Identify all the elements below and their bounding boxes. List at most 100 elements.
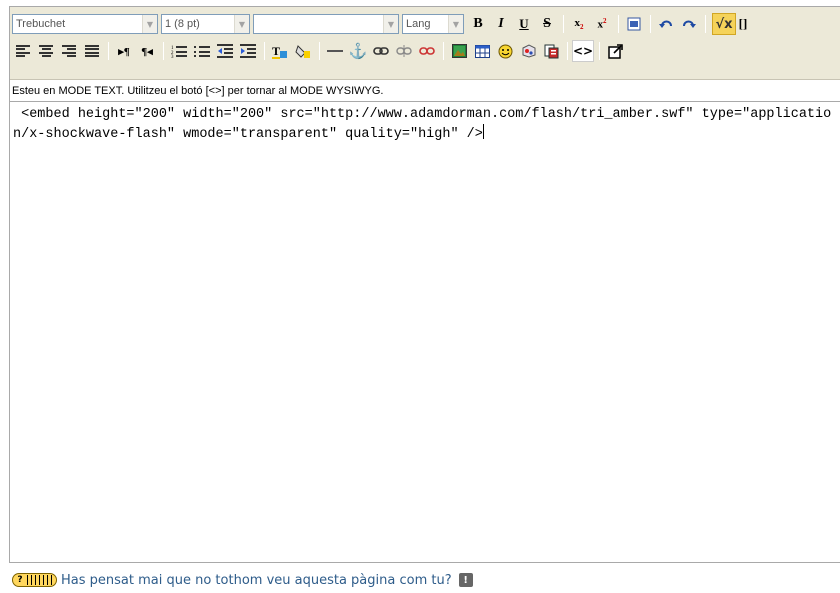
- align-center-button[interactable]: [35, 40, 57, 62]
- keyboard-help-icon[interactable]: ?: [12, 573, 57, 587]
- toolbar-separator: [319, 42, 320, 60]
- accessibility-link[interactable]: Has pensat mai que no tothom veu aquesta…: [61, 573, 452, 588]
- unordered-list-button[interactable]: [191, 40, 213, 62]
- subscript-button[interactable]: x2: [568, 13, 590, 35]
- ordered-list-button[interactable]: 123: [168, 40, 190, 62]
- font-family-value: Trebuchet: [16, 18, 66, 30]
- align-right-button[interactable]: [58, 40, 80, 62]
- toolbar-row-1: Trebuchet ▼ 1 (8 pt) ▼ ▼ Lang ▼ B I U S …: [12, 11, 751, 37]
- horizontal-rule-icon: [327, 50, 343, 52]
- lang-select[interactable]: Lang ▼: [402, 14, 464, 34]
- toolbar-separator: [650, 15, 651, 33]
- html-source-icon: <>: [572, 44, 594, 58]
- toolbar-separator: [618, 15, 619, 33]
- toolbar-separator: [567, 42, 568, 60]
- ltr-icon: ▸¶: [118, 45, 130, 58]
- editor-toolbar: Trebuchet ▼ 1 (8 pt) ▼ ▼ Lang ▼ B I U S …: [10, 7, 840, 80]
- search-replace-button[interactable]: [540, 40, 562, 62]
- editor-mode-notice: Esteu en MODE TEXT. Utilitzeu el botó [<…: [10, 82, 840, 102]
- justify-button[interactable]: [81, 40, 103, 62]
- table-icon: [474, 44, 490, 58]
- unlink-button[interactable]: [393, 40, 415, 62]
- chevron-down-icon: ▼: [383, 15, 398, 33]
- outdent-icon: [217, 44, 233, 58]
- font-size-value: 1 (8 pt): [165, 18, 200, 30]
- keyboard-icon: [27, 575, 52, 585]
- toolbar-separator: [563, 15, 564, 33]
- indent-button[interactable]: [237, 40, 259, 62]
- italic-button[interactable]: I: [490, 13, 512, 35]
- anchor-button[interactable]: ⚓: [347, 40, 369, 62]
- text-color-icon: T: [272, 44, 287, 59]
- search-replace-icon: [544, 44, 558, 58]
- bracket-icon: []: [738, 16, 748, 31]
- link-button[interactable]: [370, 40, 392, 62]
- text-caret: [482, 124, 484, 139]
- smiley-icon: [498, 44, 512, 58]
- toolbar-separator: [705, 15, 706, 33]
- chevron-down-icon: ▼: [234, 15, 249, 33]
- strikethrough-button[interactable]: S: [536, 13, 558, 35]
- ltr-button[interactable]: ▸¶: [113, 40, 135, 62]
- insert-smiley-button[interactable]: [494, 40, 516, 62]
- svg-text:T: T: [272, 44, 280, 58]
- strikethrough-icon: S: [543, 16, 551, 31]
- subscript-icon: x2: [574, 16, 584, 32]
- html-source-textarea[interactable]: <embed height="200" width="200" src="htt…: [10, 103, 840, 562]
- font-size-select[interactable]: 1 (8 pt) ▼: [161, 14, 250, 34]
- accessibility-footer: ? Has pensat mai que no tothom veu aques…: [12, 571, 473, 589]
- format-select[interactable]: ▼: [253, 14, 399, 34]
- image-icon: [451, 44, 467, 58]
- superscript-button[interactable]: x2: [591, 13, 613, 35]
- rtl-button[interactable]: ¶◂: [136, 40, 158, 62]
- toolbar-separator: [264, 42, 265, 60]
- superscript-icon: x2: [597, 17, 607, 31]
- chevron-down-icon: ▼: [142, 15, 157, 33]
- insert-image-button[interactable]: [448, 40, 470, 62]
- background-color-button[interactable]: [292, 40, 314, 62]
- redo-button[interactable]: [678, 13, 700, 35]
- nolink-button[interactable]: [416, 40, 438, 62]
- anchor-icon: ⚓: [348, 43, 368, 60]
- warning-icon[interactable]: !: [458, 573, 473, 587]
- unlink-icon: [396, 45, 412, 57]
- toolbar-separator: [443, 42, 444, 60]
- math-button[interactable]: √x: [712, 13, 736, 35]
- outdent-button[interactable]: [214, 40, 236, 62]
- html-editor: Trebuchet ▼ 1 (8 pt) ▼ ▼ Lang ▼ B I U S …: [9, 6, 840, 563]
- undo-icon: [659, 20, 672, 28]
- toolbar-row-2: ▸¶ ¶◂ 123 T ⚓ <>: [12, 38, 627, 64]
- ordered-list-icon: 123: [171, 46, 187, 58]
- toolbar-separator: [599, 42, 600, 60]
- unordered-list-icon: [194, 46, 210, 57]
- align-right-icon: [62, 45, 76, 57]
- align-left-icon: [16, 45, 30, 57]
- special-char-button[interactable]: [517, 40, 539, 62]
- chevron-down-icon: ▼: [448, 15, 463, 33]
- fullscreen-button[interactable]: [604, 40, 626, 62]
- bold-button[interactable]: B: [467, 13, 489, 35]
- bracket-button[interactable]: []: [736, 13, 750, 35]
- toolbar-separator: [108, 42, 109, 60]
- fullscreen-icon: [607, 43, 623, 59]
- svg-text:3: 3: [171, 55, 174, 58]
- insert-table-button[interactable]: [471, 40, 493, 62]
- justify-icon: [85, 45, 99, 57]
- undo-button[interactable]: [655, 13, 677, 35]
- clean-word-button[interactable]: [623, 13, 645, 35]
- align-left-button[interactable]: [12, 40, 34, 62]
- nolink-icon: [419, 47, 435, 55]
- lang-value: Lang: [406, 18, 431, 30]
- redo-icon: [683, 20, 696, 28]
- special-char-icon: [522, 44, 535, 58]
- sqrt-icon: √x: [715, 16, 733, 32]
- text-color-button[interactable]: T: [269, 40, 291, 62]
- link-icon: [373, 47, 389, 55]
- font-family-select[interactable]: Trebuchet ▼: [12, 14, 158, 34]
- toolbar-separator: [163, 42, 164, 60]
- word-clean-icon: [627, 17, 641, 31]
- italic-icon: I: [498, 16, 504, 31]
- underline-button[interactable]: U: [513, 13, 535, 35]
- html-source-button[interactable]: <>: [572, 40, 594, 62]
- horizontal-rule-button[interactable]: [324, 40, 346, 62]
